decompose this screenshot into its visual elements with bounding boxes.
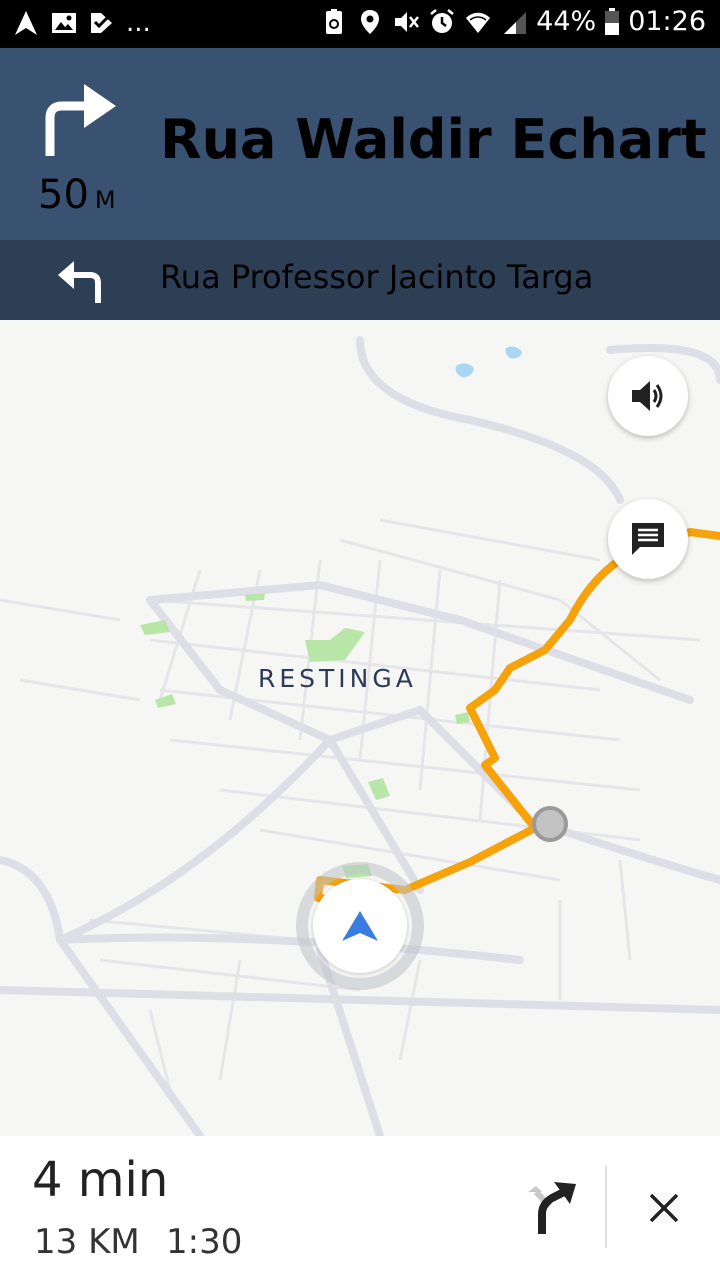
alarm-icon [430,8,454,33]
battery-percent: 44% [536,6,597,37]
arrival-time: 1:30 [166,1222,243,1262]
next-street-name: Rua Professor Jacinto Targa [160,258,594,296]
navigation-icon [15,11,37,35]
gallery-icon [52,13,76,33]
battery-saver-icon [326,8,343,34]
signal-icon [504,11,527,34]
distance-unit: M [94,186,116,214]
status-left-icons: ... [12,8,151,38]
bottom-divider [605,1166,607,1248]
report-button[interactable] [608,499,688,579]
clock: 01:26 [628,6,706,37]
route-options-button[interactable] [520,1178,580,1238]
status-bar: ... 44% 01:26 [0,0,720,48]
wifi-icon [466,12,491,33]
eta-time: 4 min [32,1152,169,1208]
current-location-marker[interactable] [313,879,407,973]
distance-to-turn: 50 M [38,172,116,218]
report-icon [632,523,664,555]
mute-icon [395,11,420,32]
tasks-icon [91,13,112,33]
volume-icon [632,381,663,411]
volume-button[interactable] [608,356,688,436]
distance-value: 50 [38,172,89,218]
battery-icon [605,7,620,35]
current-street-name: Rua Waldir Echart [160,108,707,171]
direction-arrow-icon [342,911,378,941]
close-navigation-button[interactable] [634,1178,694,1238]
more-notifications: ... [126,8,151,38]
waypoint-marker [532,806,568,842]
turn-right-icon [45,84,116,156]
status-right-icons: 44% 01:26 [320,6,706,37]
location-icon [361,9,380,34]
route-overview-icon [528,1182,576,1234]
map-canvas[interactable] [0,320,720,1136]
close-icon [649,1193,679,1223]
remaining-distance: 13 KM [34,1222,140,1262]
map-view[interactable] [0,320,720,1136]
map-area-label: RESTINGA [258,664,417,693]
turn-left-icon [58,261,101,303]
